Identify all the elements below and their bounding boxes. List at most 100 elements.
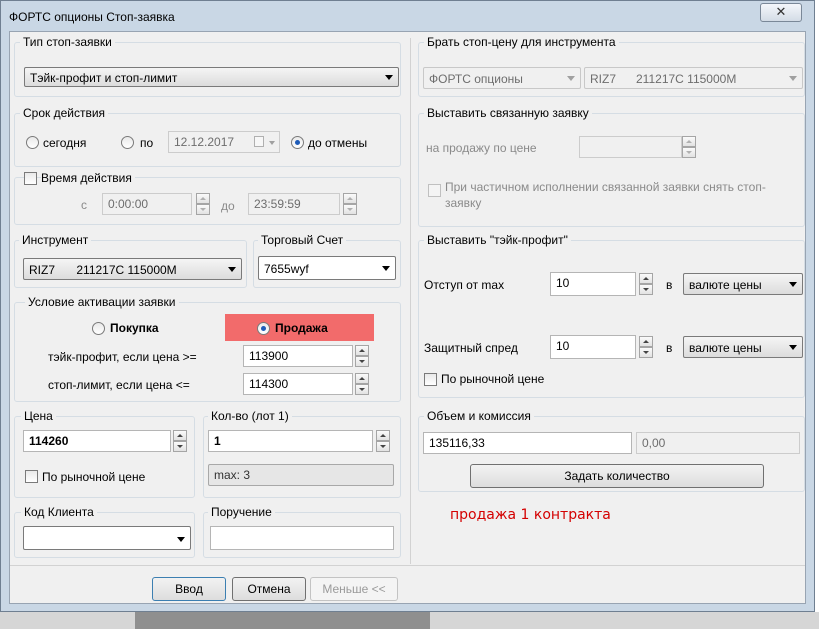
chevron-down-icon bbox=[567, 76, 575, 81]
instrument-label: Инструмент bbox=[19, 233, 92, 247]
cancel-button-label: Отмена bbox=[247, 582, 291, 596]
partial-cancel-checkbox[interactable] bbox=[428, 184, 441, 197]
chevron-down-icon bbox=[789, 282, 797, 287]
take-profit-market-label: По рыночной цене bbox=[441, 372, 545, 386]
validity-today-label: сегодня bbox=[43, 136, 87, 150]
time-to-field[interactable]: 23:59:59 bbox=[248, 193, 340, 215]
stop-limit-price-spinner[interactable] bbox=[355, 373, 369, 395]
take-profit-price-field[interactable]: 113900 bbox=[243, 345, 353, 367]
less-button-label: Меньше << bbox=[322, 582, 386, 596]
chevron-down-icon bbox=[228, 267, 236, 272]
stop-price-instrument-value: RIZ7 211217C 115000M bbox=[590, 72, 737, 86]
linked-price-field[interactable] bbox=[579, 136, 682, 158]
instrument-name: 211217C 115000M bbox=[76, 263, 177, 277]
sell-radio[interactable] bbox=[257, 322, 270, 335]
linked-price-spinner[interactable] bbox=[682, 136, 696, 158]
validity-date-field[interactable]: 12.12.2017 bbox=[168, 131, 280, 153]
ok-button[interactable]: Ввод bbox=[152, 577, 226, 601]
take-profit-market-checkbox[interactable] bbox=[424, 373, 437, 386]
offset-field[interactable]: 10 bbox=[550, 272, 636, 296]
chevron-down-icon bbox=[382, 266, 390, 271]
time-from-field[interactable]: 0:00:00 bbox=[102, 193, 192, 215]
spread-units-value: валюте цены bbox=[689, 341, 762, 355]
order-note-label: Поручение bbox=[208, 505, 275, 519]
client-code-label: Код Клиента bbox=[21, 505, 97, 519]
validity-today-radio[interactable] bbox=[26, 136, 39, 149]
stop-type-group: Тип стоп-заявки Тэйк-профит и стоп-лимит bbox=[14, 35, 401, 97]
instrument-select[interactable]: RIZ7 211217C 115000M bbox=[23, 258, 242, 280]
set-quantity-button[interactable]: Задать количество bbox=[470, 464, 764, 488]
time-from-spinner[interactable] bbox=[196, 193, 210, 215]
background-app-edge bbox=[815, 0, 819, 612]
ok-button-label: Ввод bbox=[175, 582, 203, 596]
chevron-down-icon bbox=[789, 345, 797, 350]
volume-label: Объем и комиссия bbox=[424, 409, 534, 423]
offset-units-select[interactable]: валюте цены bbox=[683, 273, 803, 295]
validity-until-radio[interactable] bbox=[121, 136, 134, 149]
time-from-value: 0:00:00 bbox=[108, 197, 149, 211]
client-code-select[interactable] bbox=[23, 526, 191, 550]
set-quantity-button-label: Задать количество bbox=[564, 469, 670, 483]
price-market-checkbox[interactable] bbox=[25, 470, 38, 483]
spread-spinner[interactable] bbox=[639, 336, 653, 358]
spread-field[interactable]: 10 bbox=[550, 335, 636, 359]
validity-gtc-radio[interactable] bbox=[291, 136, 304, 149]
price-spinner[interactable] bbox=[173, 430, 187, 452]
time-checkbox[interactable] bbox=[24, 172, 37, 185]
account-label: Торговый Счет bbox=[258, 233, 347, 247]
time-to-spinner[interactable] bbox=[343, 193, 357, 215]
spread-label: Защитный спред bbox=[424, 341, 518, 355]
volume-amount-value: 135116,33 bbox=[429, 436, 485, 450]
account-select[interactable]: 7655wyf bbox=[258, 256, 396, 280]
price-value: 114260 bbox=[29, 434, 69, 448]
bottom-separator bbox=[10, 565, 805, 566]
order-note-field[interactable] bbox=[210, 526, 394, 550]
validity-label: Срок действия bbox=[20, 106, 109, 120]
time-to-value: 23:59:59 bbox=[254, 197, 301, 211]
spread-units-select[interactable]: валюте цены bbox=[683, 336, 803, 358]
quantity-field[interactable]: 1 bbox=[208, 430, 373, 452]
class-value: ФОРТС опционы bbox=[429, 72, 523, 86]
linked-order-label: Выставить связанную заявку bbox=[424, 106, 592, 120]
price-field[interactable]: 114260 bbox=[23, 430, 171, 452]
quantity-spinner[interactable] bbox=[376, 430, 390, 452]
close-button[interactable]: ✕ bbox=[760, 3, 802, 22]
offset-spinner[interactable] bbox=[639, 273, 653, 295]
partial-cancel-label: При частичном исполнении связанной заявк… bbox=[445, 180, 766, 210]
stop-price-instrument-select[interactable]: RIZ7 211217C 115000M bbox=[584, 67, 803, 89]
take-profit-price-value: 113900 bbox=[249, 349, 289, 363]
activation-label: Условие активации заявки bbox=[25, 295, 179, 309]
buy-radio[interactable] bbox=[92, 322, 105, 335]
title-bar[interactable]: ФОРТС опционы Стоп-заявка ✕ bbox=[1, 1, 814, 31]
stop-limit-price-value: 114300 bbox=[249, 377, 289, 391]
quantity-max-value: max: 3 bbox=[214, 468, 251, 482]
class-select[interactable]: ФОРТС опционы bbox=[423, 67, 581, 89]
note-text: продажа 1 контракта bbox=[450, 507, 611, 523]
chevron-down-icon[interactable] bbox=[269, 141, 275, 145]
less-button[interactable]: Меньше << bbox=[310, 577, 398, 601]
sell-option-highlight[interactable]: Продажа bbox=[225, 314, 374, 341]
spread-value: 10 bbox=[556, 339, 570, 353]
time-to-label: до bbox=[221, 199, 235, 213]
spread-in-label: в bbox=[666, 341, 673, 355]
stop-type-value: Тэйк-профит и стоп-лимит bbox=[30, 71, 178, 85]
time-from-label: с bbox=[81, 198, 87, 212]
stop-order-dialog: ФОРТС опционы Стоп-заявка ✕ Тип стоп-зая… bbox=[0, 0, 815, 612]
quantity-value: 1 bbox=[214, 434, 221, 448]
commission-field: 0,00 bbox=[636, 432, 800, 454]
account-value: 7655wyf bbox=[264, 262, 309, 276]
volume-amount-field: 135116,33 bbox=[423, 432, 632, 454]
cancel-button[interactable]: Отмена bbox=[232, 577, 306, 601]
stop-type-select[interactable]: Тэйк-профит и стоп-лимит bbox=[24, 67, 399, 87]
offset-units-value: валюте цены bbox=[689, 278, 762, 292]
buy-label: Покупка bbox=[110, 321, 159, 335]
validity-until-label: по bbox=[140, 136, 154, 150]
take-profit-price-spinner[interactable] bbox=[355, 345, 369, 367]
take-profit-label: Выставить "тэйк-профит" bbox=[424, 233, 571, 247]
take-stop-price-label: Брать стоп-цену для инструмента bbox=[424, 35, 619, 49]
stop-limit-condition-label: стоп-лимит, если цена <= bbox=[48, 378, 190, 392]
calendar-icon[interactable] bbox=[254, 136, 264, 147]
chevron-down-icon bbox=[385, 75, 393, 80]
validity-date-value: 12.12.2017 bbox=[174, 135, 235, 149]
stop-limit-price-field[interactable]: 114300 bbox=[243, 373, 353, 395]
